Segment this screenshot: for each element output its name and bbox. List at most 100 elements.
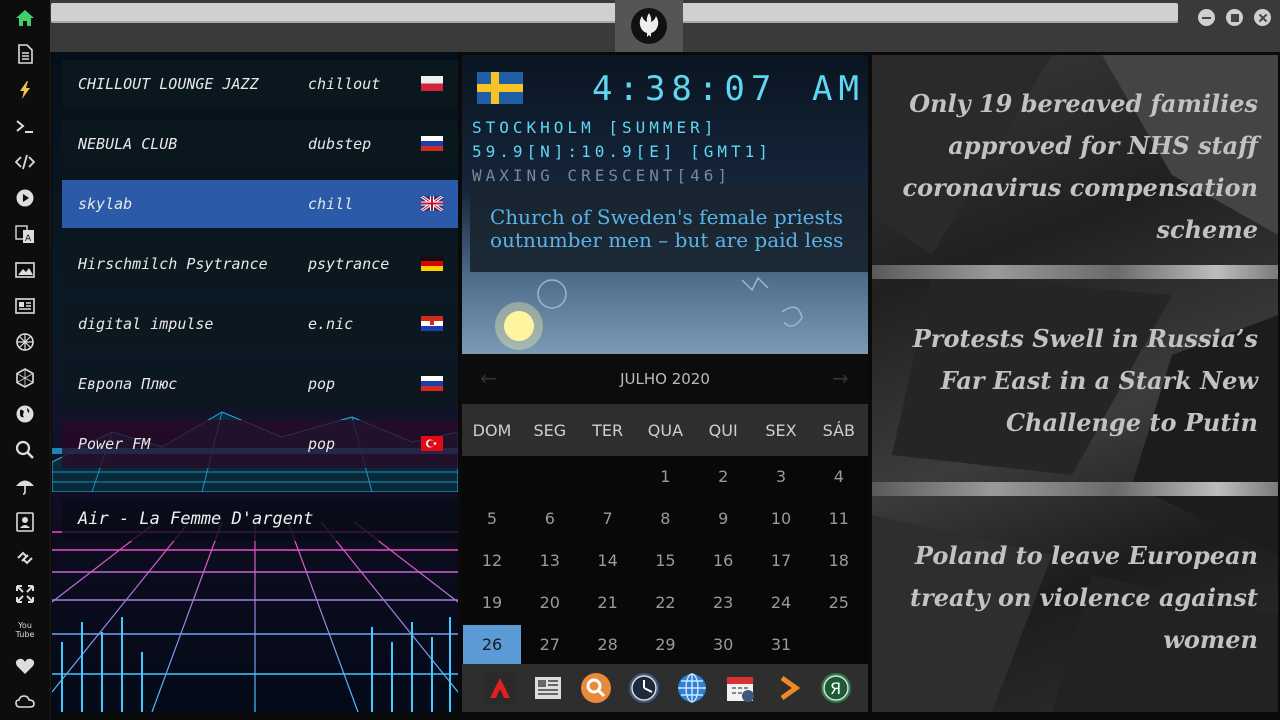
station-genre: e.nic <box>308 315 354 333</box>
calendar-day[interactable]: 11 <box>810 499 868 539</box>
calendar-day[interactable]: 17 <box>752 541 810 581</box>
hexagon-icon[interactable] <box>13 366 37 390</box>
calendar-day[interactable]: 20 <box>521 583 579 623</box>
next-month-arrow-icon[interactable]: → <box>832 366 849 390</box>
calendar-day[interactable]: 5 <box>463 499 521 539</box>
news-feed-icon[interactable] <box>532 672 564 704</box>
news-headline[interactable]: Protests Swell in Russia’s Far East in a… <box>878 318 1258 444</box>
news-headline[interactable]: Poland to leave European treaty on viole… <box>878 535 1258 661</box>
newspaper-icon[interactable] <box>13 294 37 318</box>
clock-city: STOCKHOLM [SUMMER] <box>472 118 718 137</box>
calendar-day[interactable]: 10 <box>752 499 810 539</box>
calendar-day[interactable]: 21 <box>579 583 637 623</box>
umbrella-icon[interactable] <box>13 474 37 498</box>
calendar-day[interactable]: 18 <box>810 541 868 581</box>
search-icon[interactable] <box>13 438 37 462</box>
station-row[interactable]: NEBULA CLUB dubstep <box>62 120 458 168</box>
station-row-selected[interactable]: skylab chill <box>62 180 458 228</box>
germany-flag-icon <box>421 256 443 271</box>
close-button[interactable] <box>1254 9 1271 26</box>
calendar-day[interactable]: 1 <box>636 457 694 497</box>
synthwave-grid-graphic <box>52 522 458 712</box>
calendar-day[interactable]: 22 <box>636 583 694 623</box>
youtube-icon-label: You Tube <box>15 621 35 639</box>
weekday-label: SEG <box>533 421 567 440</box>
moon-phase: WAXING CRESCENT[46] <box>472 166 732 185</box>
link-icon[interactable] <box>13 546 37 570</box>
rebel-alliance-icon <box>631 8 667 44</box>
news-headline[interactable]: Only 19 bereaved families approved for N… <box>878 83 1258 251</box>
now-playing-title: Air - La Femme D'argent <box>78 509 314 529</box>
news-panel: Only 19 bereaved families approved for N… <box>872 55 1278 712</box>
station-row[interactable]: digital impulse e.nic <box>62 300 458 348</box>
browser-globe-icon[interactable] <box>676 672 708 704</box>
station-row[interactable]: Hirschmilch Psytrance psytrance <box>62 240 458 288</box>
calendar-day-today[interactable]: 26 <box>463 625 521 665</box>
calendar-panel: ← JULHO 2020 → DOM SEG TER QUA QUI SEX SÁB 123… <box>462 354 868 665</box>
cloud-icon[interactable] <box>13 690 37 714</box>
station-row[interactable]: Power FM pop <box>62 420 458 468</box>
calendar-day[interactable]: 15 <box>636 541 694 581</box>
heart-icon[interactable] <box>13 654 37 678</box>
lightning-icon[interactable] <box>13 78 37 102</box>
globe-icon[interactable] <box>13 402 37 426</box>
svg-text:A: A <box>25 234 32 244</box>
calendar-day[interactable]: 23 <box>694 583 752 623</box>
station-row[interactable]: CHILLOUT LOUNGE JAZZ chillout <box>62 60 458 108</box>
calendar-day[interactable]: 28 <box>579 625 637 665</box>
sweden-flag-icon <box>477 72 523 104</box>
poland-flag-icon <box>421 76 443 91</box>
calendar-day[interactable]: 27 <box>521 625 579 665</box>
calendar-day[interactable]: 7 <box>579 499 637 539</box>
contacts-icon[interactable] <box>13 510 37 534</box>
code-icon[interactable] <box>13 150 37 174</box>
maximize-button[interactable] <box>1226 9 1243 26</box>
calendar-day[interactable]: 12 <box>463 541 521 581</box>
world-clock-panel: 4:38:07 AM STOCKHOLM [SUMMER] 59.9[N]:10… <box>462 55 868 354</box>
calendar-day[interactable]: 19 <box>463 583 521 623</box>
calendar-day[interactable]: 3 <box>752 457 810 497</box>
search-app-icon[interactable] <box>580 672 612 704</box>
station-name: Power FM <box>78 435 151 453</box>
weekday-label: SEX <box>765 421 797 440</box>
calendar-day[interactable]: 31 <box>752 625 810 665</box>
calendar-app-icon[interactable] <box>724 672 756 704</box>
calendar-day[interactable]: 13 <box>521 541 579 581</box>
calendar-day[interactable]: 30 <box>694 625 752 665</box>
calendar-day[interactable]: 16 <box>694 541 752 581</box>
translate-icon[interactable]: A <box>13 222 37 246</box>
russia-flag-icon <box>421 136 443 151</box>
station-genre: chill <box>308 195 354 213</box>
clock-coords: 59.9[N]:10.9[E] [GMT1] <box>472 142 772 161</box>
weekday-label: QUI <box>708 421 738 440</box>
calendar-day[interactable]: 4 <box>810 457 868 497</box>
settings-wheel-icon[interactable] <box>13 330 37 354</box>
document-icon[interactable] <box>13 42 37 66</box>
calendar-day[interactable]: 2 <box>694 457 752 497</box>
calendar-day[interactable]: 29 <box>636 625 694 665</box>
arrow-app-icon[interactable] <box>772 672 804 704</box>
clock-news-box[interactable]: Church of Sweden's female priests outnum… <box>470 186 868 272</box>
image-icon[interactable] <box>13 258 37 282</box>
calendar-day[interactable]: 25 <box>810 583 868 623</box>
radio-panel: CHILLOUT LOUNGE JAZZ chillout NEBULA CLU… <box>52 52 458 712</box>
left-icon-rail: A You Tube <box>0 0 51 720</box>
station-row[interactable]: Европа Плюс pop <box>62 360 458 408</box>
rebel-logo-tab[interactable] <box>615 0 683 52</box>
adobe-reader-icon[interactable] <box>484 672 516 704</box>
yandex-icon[interactable]: Я <box>820 672 852 704</box>
calendar-day[interactable]: 14 <box>579 541 637 581</box>
terminal-icon[interactable] <box>13 114 37 138</box>
clock-app-icon[interactable] <box>628 672 660 704</box>
calendar-weekday-row: DOM SEG TER QUA QUI SEX SÁB <box>462 404 868 456</box>
minimize-button[interactable] <box>1198 9 1215 26</box>
calendar-day[interactable]: 8 <box>636 499 694 539</box>
youtube-icon[interactable]: You Tube <box>13 618 37 642</box>
home-icon[interactable] <box>13 6 37 30</box>
app-dock: Я <box>462 664 868 712</box>
play-icon[interactable] <box>13 186 37 210</box>
calendar-day[interactable]: 24 <box>752 583 810 623</box>
calendar-day[interactable]: 9 <box>694 499 752 539</box>
calendar-day[interactable]: 6 <box>521 499 579 539</box>
expand-icon[interactable] <box>13 582 37 606</box>
